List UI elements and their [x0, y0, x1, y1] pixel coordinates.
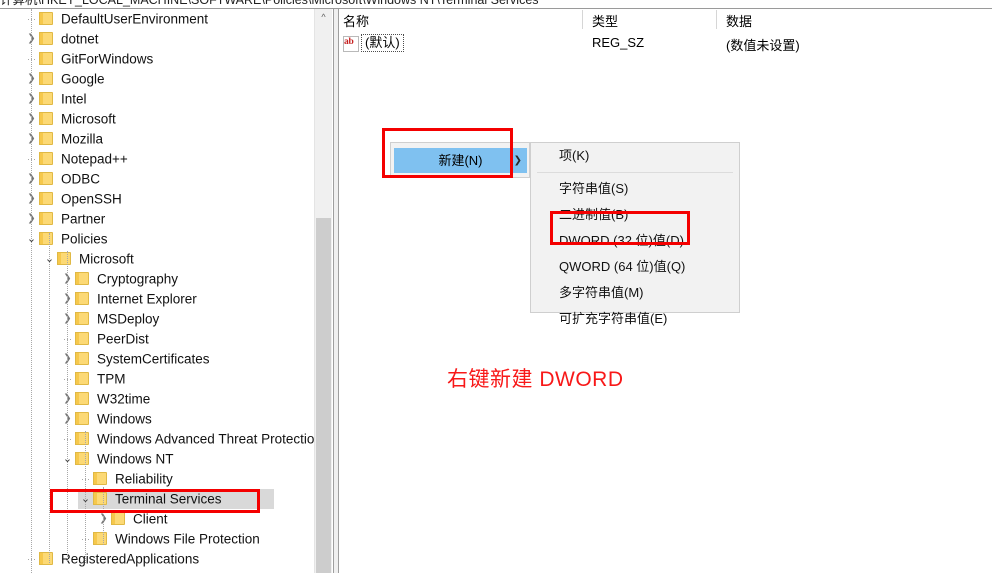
- tree-connector-rail: [67, 251, 69, 561]
- tree-item-google[interactable]: ❯ Google: [0, 69, 332, 89]
- tree-item-odbc[interactable]: ❯ ODBC: [0, 169, 332, 189]
- folder-icon: [39, 552, 55, 565]
- chevron-right-icon: ❯: [513, 155, 522, 166]
- folder-icon: [75, 372, 91, 385]
- folder-icon: [39, 192, 55, 205]
- column-divider-1[interactable]: [582, 10, 583, 29]
- value-name-label: (默认): [361, 34, 404, 52]
- folder-icon: [75, 272, 91, 285]
- value-data-label: (数值未设置): [726, 38, 800, 53]
- tree-item-label: Partner: [61, 211, 106, 227]
- tree-item-label: TPM: [97, 371, 126, 387]
- tree-item-label: Google: [61, 71, 105, 87]
- folder-icon: [39, 172, 55, 185]
- folder-icon: [75, 352, 91, 365]
- folder-icon: [39, 112, 55, 125]
- folder-icon: [75, 392, 91, 405]
- annotation-box-highlight-new-menu: [382, 128, 513, 178]
- submenu-item-4[interactable]: QWORD (64 位)值(Q): [531, 254, 739, 280]
- folder-icon: [57, 252, 73, 265]
- tree-item-intel[interactable]: ❯ Intel: [0, 89, 332, 109]
- tree-item-label: dotnet: [61, 31, 99, 47]
- folder-icon: [75, 432, 91, 445]
- tree-item-label: Internet Explorer: [97, 291, 197, 307]
- menu-separator: [537, 172, 733, 173]
- tree-item-label: Mozilla: [61, 131, 104, 147]
- header-underline: [339, 31, 992, 32]
- value-type-label: REG_SZ: [592, 35, 645, 50]
- submenu-item-0[interactable]: 项(K): [531, 143, 739, 169]
- tree-item-partner[interactable]: ❯ Partner: [0, 209, 332, 229]
- folder-icon: [39, 232, 55, 245]
- folder-icon: [93, 532, 109, 545]
- tree-item-label: Microsoft: [61, 111, 116, 127]
- tree-item-notepad[interactable]: ··· Notepad++: [0, 149, 332, 169]
- tree-item-label: OpenSSH: [61, 191, 122, 207]
- column-divider-2[interactable]: [716, 10, 717, 29]
- column-header-data[interactable]: 数据: [726, 11, 752, 30]
- folder-icon: [75, 332, 91, 345]
- tree-item-label: Windows File Protection: [115, 531, 260, 547]
- column-header-name[interactable]: 名称: [343, 11, 369, 30]
- tree-item-label: Windows NT: [97, 451, 174, 467]
- tree-item-label: ODBC: [61, 171, 101, 187]
- tree-connector-rail: [49, 233, 51, 563]
- folder-icon: [39, 212, 55, 225]
- values-column-header[interactable]: 名称 类型 数据: [339, 9, 992, 31]
- tree-item-label: Microsoft: [79, 251, 134, 267]
- tree-connector-rail: [31, 9, 33, 573]
- folder-icon: [39, 152, 55, 165]
- folder-icon: [75, 312, 91, 325]
- folder-icon: [39, 72, 55, 85]
- tree-item-label: Windows: [97, 411, 152, 427]
- annotation-box-highlight-dword-item: [550, 211, 690, 245]
- submenu-item-6[interactable]: 可扩充字符串值(E): [531, 306, 739, 332]
- folder-icon: [39, 32, 55, 45]
- table-row[interactable]: ab (默认) REG_SZ (数值未设置): [339, 33, 992, 53]
- folder-icon: [39, 92, 55, 105]
- tree-item-label: GitForWindows: [61, 51, 154, 67]
- folder-icon: [75, 292, 91, 305]
- tree-item-gitforwindows[interactable]: ··· GitForWindows: [0, 49, 332, 69]
- scrollbar-thumb[interactable]: [316, 218, 331, 573]
- tree-item-defaultuserenvironment[interactable]: ··· DefaultUserEnvironment: [0, 9, 332, 29]
- tree-item-microsoft[interactable]: ❯ Microsoft: [0, 109, 332, 129]
- submenu-item-5[interactable]: 多字符串值(M): [531, 280, 739, 306]
- tree-item-label: SystemCertificates: [97, 351, 210, 367]
- folder-icon: [93, 472, 109, 485]
- folder-icon: [75, 452, 91, 465]
- tree-item-label: Policies: [61, 231, 108, 247]
- column-header-type[interactable]: 类型: [592, 11, 618, 30]
- tree-item-label: Intel: [61, 91, 87, 107]
- folder-icon: [75, 412, 91, 425]
- tree-item-label: DefaultUserEnvironment: [61, 11, 209, 27]
- tree-item-label: Notepad++: [61, 151, 128, 167]
- string-value-icon: ab: [343, 35, 359, 52]
- submenu-item-1[interactable]: 字符串值(S): [531, 176, 739, 202]
- value-name-cell[interactable]: ab (默认): [343, 33, 404, 53]
- tree-vertical-scrollbar[interactable]: ^: [314, 9, 332, 573]
- tree-item-mozilla[interactable]: ❯ Mozilla: [0, 129, 332, 149]
- tree-item-label: Reliability: [115, 471, 173, 487]
- folder-icon: [39, 12, 55, 25]
- folder-icon: [111, 512, 127, 525]
- tree-item-openssh[interactable]: ❯ OpenSSH: [0, 189, 332, 209]
- tree-item-label: Cryptography: [97, 271, 179, 287]
- tree-item-label: Client: [133, 511, 168, 527]
- tree-item-label: PeerDist: [97, 331, 149, 347]
- tree-item-label: MSDeploy: [97, 311, 160, 327]
- tree-item-label: RegisteredApplications: [61, 551, 200, 567]
- annotation-box-highlight-terminal-services: [50, 489, 260, 513]
- tree-item-label: W32time: [97, 391, 151, 407]
- tree-item-label: Windows Advanced Threat Protectio: [97, 431, 315, 447]
- annotation-note-text: 右键新建 DWORD: [447, 368, 624, 391]
- tree-item-dotnet[interactable]: ❯ dotnet: [0, 29, 332, 49]
- scroll-up-arrow-icon[interactable]: ^: [315, 9, 332, 26]
- folder-icon: [39, 52, 55, 65]
- folder-icon: [39, 132, 55, 145]
